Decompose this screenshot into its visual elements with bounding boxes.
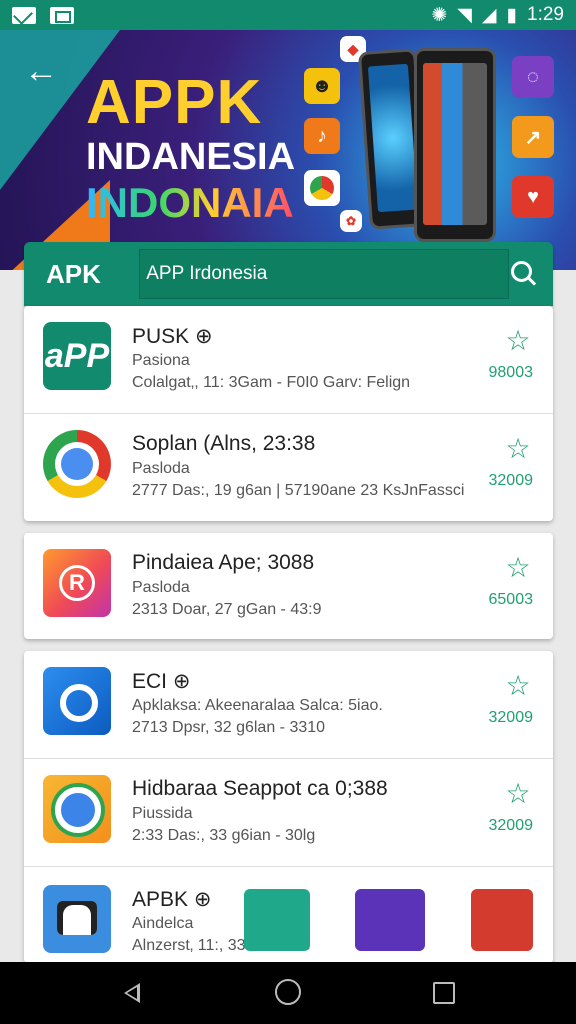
app-count: 32009 bbox=[488, 817, 534, 834]
back-arrow-icon[interactable]: ← bbox=[24, 52, 58, 91]
image-notification-icon bbox=[50, 6, 74, 24]
app-meta: 2:33 Das:, 33 g6ian - 30lg bbox=[132, 827, 316, 844]
chrome-small-icon bbox=[304, 170, 340, 206]
list-item[interactable]: Hidbaraa Seappot ca 0;388 Piussida 2:33 … bbox=[24, 759, 553, 867]
app-subtitle: Apklaksa: Akeenaralaa Salca: 5iao. bbox=[132, 697, 383, 714]
registered-icon bbox=[43, 549, 111, 617]
messenger-app-icon[interactable] bbox=[355, 889, 425, 951]
banner-title-line1: APPK bbox=[86, 68, 263, 137]
app-count: 32009 bbox=[488, 709, 534, 726]
vibrate-icon: ✺ bbox=[431, 4, 448, 26]
hero-banner: ← APPK INDANESIA INDONAIA ◆ ☻ ♪ ✿ ◌ ↗ ♥ bbox=[0, 30, 576, 270]
music-icon: ♪ bbox=[304, 118, 340, 154]
photos-icon: ✿ bbox=[340, 210, 362, 232]
battery-icon: ▮ bbox=[506, 4, 518, 26]
robot-icon bbox=[43, 885, 111, 953]
wifi-icon: ◥ bbox=[457, 4, 472, 26]
app-meta: 2713 Dpsr, 32 g6lan - 3310 bbox=[132, 719, 326, 736]
app-name: PUSK ⊕ bbox=[132, 325, 213, 348]
star-icon[interactable]: ☆ bbox=[505, 672, 531, 700]
banner-title-line2: INDANESIA bbox=[86, 136, 296, 178]
app-name: Soplan (Alns, 23:38 bbox=[132, 432, 316, 455]
character-icon: ☻ bbox=[304, 68, 340, 104]
search-icon[interactable] bbox=[509, 259, 539, 289]
star-icon[interactable]: ☆ bbox=[505, 554, 531, 582]
app-subtitle: Aindelca bbox=[132, 915, 194, 932]
mail-notification-icon bbox=[12, 6, 36, 24]
banner-title: APPK INDANESIA INDONAIA bbox=[86, 72, 295, 224]
list-item[interactable]: Soplan (Alns, 23:38 Pasloda 2777 Das:, 1… bbox=[24, 414, 553, 522]
status-time: 1:29 bbox=[527, 4, 564, 25]
app-count: 32009 bbox=[488, 472, 534, 489]
list-item[interactable]: APBK ⊕ Aindelca Alnzerst‚ 11:, 33 m Ta m… bbox=[24, 869, 553, 963]
app-name: ECI ⊕ bbox=[132, 670, 191, 693]
search-app-icon: ◌ bbox=[512, 56, 554, 98]
list-item[interactable]: aPP PUSK ⊕ Pasiona Colalgat‚, 11: 3Gam -… bbox=[24, 306, 553, 414]
phone-app-icon[interactable] bbox=[244, 889, 310, 951]
search-header: APK APP Irdonesia bbox=[24, 242, 553, 306]
app-subtitle: Piussida bbox=[132, 805, 193, 822]
app-count: 65003 bbox=[488, 591, 534, 608]
star-icon[interactable]: ☆ bbox=[505, 780, 531, 808]
app-name: Hidbaraa Seappot ca 0;388 bbox=[132, 777, 388, 800]
app-list-card: ECI ⊕ Apklaksa: Akeenaralaa Salca: 5iao.… bbox=[24, 651, 553, 963]
nav-home-icon[interactable] bbox=[275, 979, 301, 1005]
chrome-orange-icon bbox=[43, 775, 111, 843]
app-subtitle: Pasloda bbox=[132, 460, 190, 477]
banner-title-line3: INDONAIA bbox=[86, 179, 294, 226]
chrome-icon bbox=[43, 430, 111, 498]
app-logo-icon: aPP bbox=[43, 322, 111, 390]
signal-icon: ◢ bbox=[481, 4, 497, 26]
status-bar: ✺ ◥ ◢ ▮ 1:29 bbox=[0, 0, 576, 30]
nav-back-icon[interactable] bbox=[118, 979, 146, 1007]
app-list-card: Pindaiea Ape; 3088 Pasloda 2313 Doar, 27… bbox=[24, 533, 553, 639]
app-list-card: aPP PUSK ⊕ Pasiona Colalgat‚, 11: 3Gam -… bbox=[24, 306, 553, 521]
star-icon[interactable]: ☆ bbox=[505, 435, 531, 463]
app-meta: Colalgat‚, 11: 3Gam - F0I0 Garv: Felign bbox=[132, 374, 411, 391]
phone-illustration bbox=[414, 48, 496, 242]
app-name: Pindaiea Ape; 3088 bbox=[132, 551, 315, 574]
app-name: APBK ⊕ bbox=[132, 888, 212, 911]
app-meta: 2313 Doar, 27 gGan - 43:9 bbox=[132, 601, 322, 618]
brand-label: APK bbox=[46, 258, 101, 289]
blue-target-icon bbox=[43, 667, 111, 735]
navigation-bar bbox=[0, 962, 576, 1024]
app-subtitle: Pasloda bbox=[132, 579, 190, 596]
list-item[interactable]: ECI ⊕ Apklaksa: Akeenaralaa Salca: 5iao.… bbox=[24, 651, 553, 759]
list-item[interactable]: Pindaiea Ape; 3088 Pasloda 2313 Doar, 27… bbox=[24, 533, 553, 639]
trend-icon: ↗ bbox=[512, 116, 554, 158]
app-subtitle: Pasiona bbox=[132, 352, 190, 369]
nav-recents-icon[interactable] bbox=[433, 982, 455, 1004]
star-icon[interactable]: ☆ bbox=[505, 327, 531, 355]
phone-call-app-icon[interactable] bbox=[471, 889, 533, 951]
app-count: 98003 bbox=[488, 364, 534, 381]
app-meta: 2777 Das:, 19 g6an | 57190ane 23 KsJnFas… bbox=[132, 482, 465, 499]
heart-icon: ♥ bbox=[512, 176, 554, 218]
search-input[interactable]: APP Irdonesia bbox=[139, 249, 510, 299]
